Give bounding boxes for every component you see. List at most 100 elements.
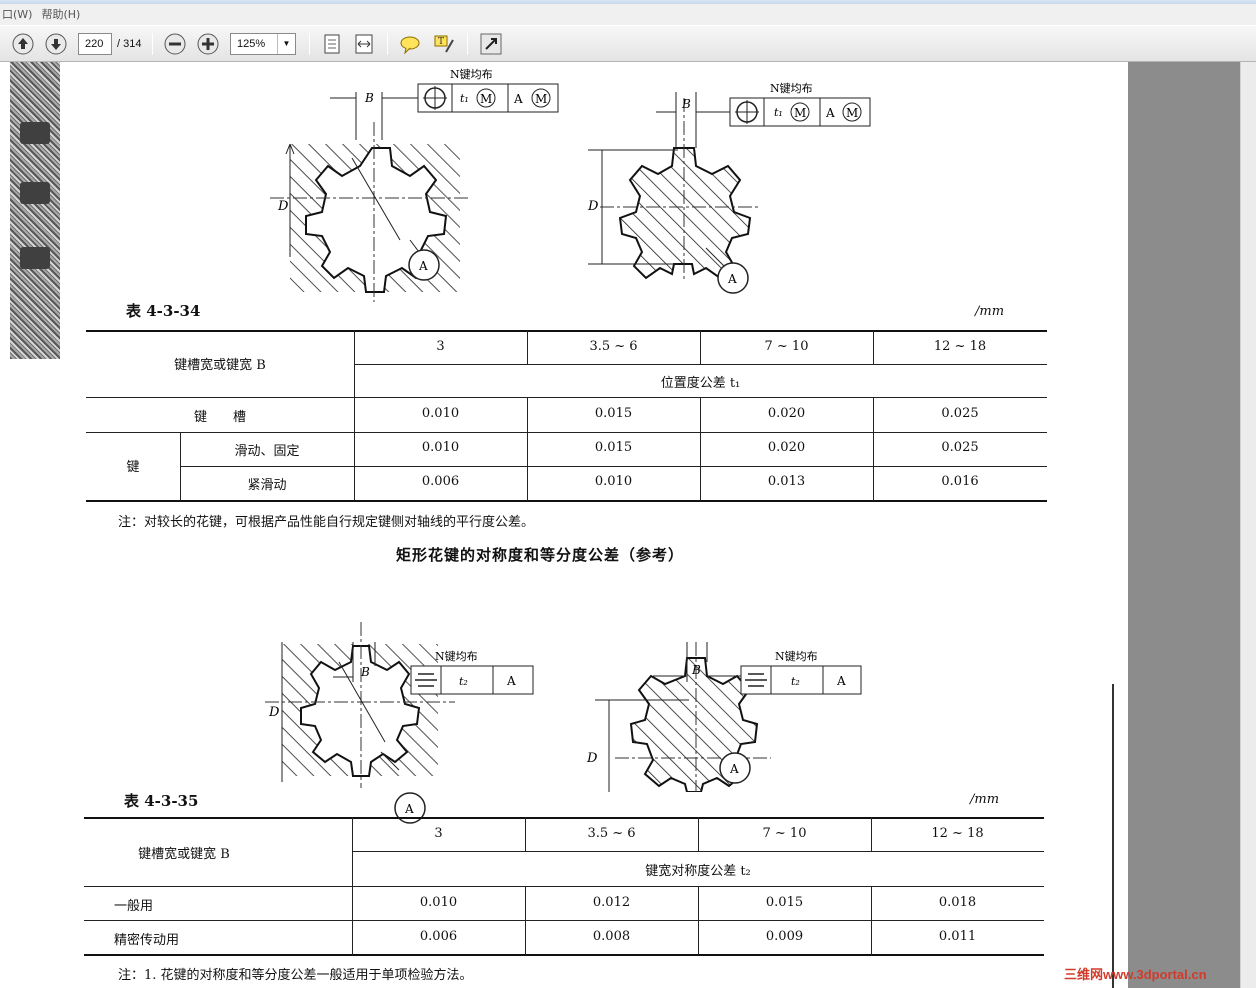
column-header: 3: [434, 826, 443, 841]
table-cell: 0.015: [594, 440, 633, 455]
row-label: 键 槽: [193, 410, 246, 425]
table-cell: 0.025: [941, 440, 979, 455]
row-header: 键槽宽或键宽 B: [138, 847, 230, 862]
viewer-background: [1128, 62, 1240, 988]
table-2-note: 注：1. 花键的对称度和等分度公差一般适用于单项检验方法。: [118, 968, 473, 983]
svg-text:A: A: [513, 92, 523, 106]
column-header: 12 ~ 18: [933, 339, 987, 354]
datum-label: A: [418, 259, 428, 273]
plus-icon: [197, 33, 219, 55]
highlighter-icon: T: [434, 35, 454, 53]
svg-text:A: A: [727, 272, 737, 286]
arrow-down-icon: [45, 33, 67, 55]
table-2-unit: /mm: [970, 792, 1000, 807]
table-1-title: 表 4-3-34: [126, 302, 201, 320]
svg-text:M: M: [535, 92, 547, 106]
svg-text:A: A: [729, 762, 739, 776]
table-cell: 0.016: [941, 474, 979, 489]
svg-text:t₂: t₂: [791, 675, 800, 688]
menu-help[interactable]: 帮助(H): [39, 4, 87, 25]
figure-2: D B t₂ A N键均布 B D t₂ A N键均布: [265, 622, 862, 792]
next-page-button[interactable]: [44, 32, 68, 56]
table-1-unit: /mm: [975, 304, 1005, 319]
svg-text:D: D: [586, 751, 598, 766]
table-cell: 0.008: [592, 929, 631, 944]
table-cell: 0.015: [594, 406, 633, 421]
document-viewport[interactable]: D B t₁ M A M N键均布 A B D t₁ M A M N键均布 A …: [0, 62, 1256, 988]
highlight-button[interactable]: T: [432, 32, 456, 56]
row-header: 键槽宽或键宽 B: [174, 358, 266, 373]
minus-icon: [164, 33, 186, 55]
fit-page-button[interactable]: [320, 32, 344, 56]
table-1-note: 注：对较长的花键，可根据产品性能自行规定键侧对轴线的平行度公差。: [118, 515, 535, 530]
svg-text:A: A: [506, 674, 516, 688]
svg-text:B: B: [681, 97, 691, 111]
pdf-page: D B t₁ M A M N键均布 A B D t₁ M A M N键均布 A …: [0, 62, 1128, 988]
page-total: / 314: [117, 38, 142, 50]
subheader: 位置度公差 t₁: [660, 376, 741, 391]
toolbar-separator: [387, 33, 388, 55]
svg-text:D: D: [587, 199, 599, 214]
column-header: 3: [436, 339, 445, 354]
row-group-label: 键: [126, 460, 140, 475]
table-cell: 0.010: [419, 895, 458, 910]
svg-text:B: B: [360, 665, 370, 679]
zoom-value: 125%: [237, 38, 266, 50]
svg-text:t₁: t₁: [460, 92, 469, 105]
svg-text:T: T: [438, 37, 444, 47]
table-cell: 0.012: [592, 895, 631, 910]
table-2-title: 表 4-3-35: [124, 792, 199, 810]
expand-icon: [480, 33, 502, 55]
svg-text:N键均布: N键均布: [450, 67, 493, 81]
table-2: 键槽宽或键宽 B 3 3.5 ~ 6 7 ~ 10 12 ~ 18 键宽对称度公…: [84, 817, 1044, 957]
speech-bubble-icon: [400, 36, 420, 55]
diameter-label: D: [277, 199, 289, 214]
datum-marker: A: [719, 752, 751, 784]
column-header: 7 ~ 10: [764, 339, 809, 354]
arrow-up-icon: [12, 33, 34, 55]
width-label: B: [364, 91, 374, 105]
table-cell: 0.011: [938, 929, 977, 944]
row-label: 精密传动用: [114, 933, 180, 948]
svg-text:A: A: [836, 674, 846, 688]
table-cell: 0.013: [767, 474, 806, 489]
fit-width-button[interactable]: [352, 32, 376, 56]
svg-text:N键均布: N键均布: [770, 81, 813, 95]
section-heading: 矩形花键的对称度和等分度公差（参考）: [396, 546, 685, 564]
svg-text:N键均布: N键均布: [435, 649, 478, 663]
svg-text:N键均布: N键均布: [775, 649, 818, 663]
zoom-in-button[interactable]: [196, 32, 220, 56]
fit-width-icon: [355, 34, 373, 54]
table-cell: 0.010: [421, 440, 460, 455]
zoom-select[interactable]: 125% ▼: [230, 33, 296, 55]
comment-button[interactable]: [398, 32, 422, 56]
zoom-out-button[interactable]: [163, 32, 187, 56]
page-number-input[interactable]: 220: [78, 33, 112, 55]
previous-page-button[interactable]: [11, 32, 35, 56]
table-cell: 0.025: [941, 406, 979, 421]
column-header: 12 ~ 18: [931, 826, 984, 841]
svg-text:A: A: [825, 106, 835, 120]
svg-text:M: M: [846, 106, 858, 120]
toolbar-separator: [467, 33, 468, 55]
svg-text:A: A: [404, 802, 414, 816]
table-cell: 0.018: [938, 895, 977, 910]
menu-window[interactable]: 口(W): [0, 4, 39, 25]
column-header: 3.5 ~ 6: [587, 826, 636, 841]
spline-hub-drawing: D B t₂ A N键均布: [265, 622, 534, 788]
table-cell: 0.020: [767, 406, 806, 421]
row-label: 紧滑动: [247, 478, 287, 493]
table-cell: 0.020: [767, 440, 806, 455]
svg-text:D: D: [268, 705, 280, 720]
full-screen-button[interactable]: [479, 32, 503, 56]
table-cell: 0.015: [765, 895, 804, 910]
chevron-down-icon: ▼: [277, 34, 295, 54]
row-label: 滑动、固定: [234, 444, 300, 459]
table-cell: 0.009: [765, 929, 804, 944]
svg-text:M: M: [480, 92, 492, 106]
table-cell: 0.006: [421, 474, 460, 489]
vertical-scrollbar[interactable]: [1240, 62, 1256, 988]
subheader: 键宽对称度公差 t₂: [645, 864, 751, 879]
row-label: 一般用: [114, 899, 154, 914]
toolbar-separator: [309, 33, 310, 55]
